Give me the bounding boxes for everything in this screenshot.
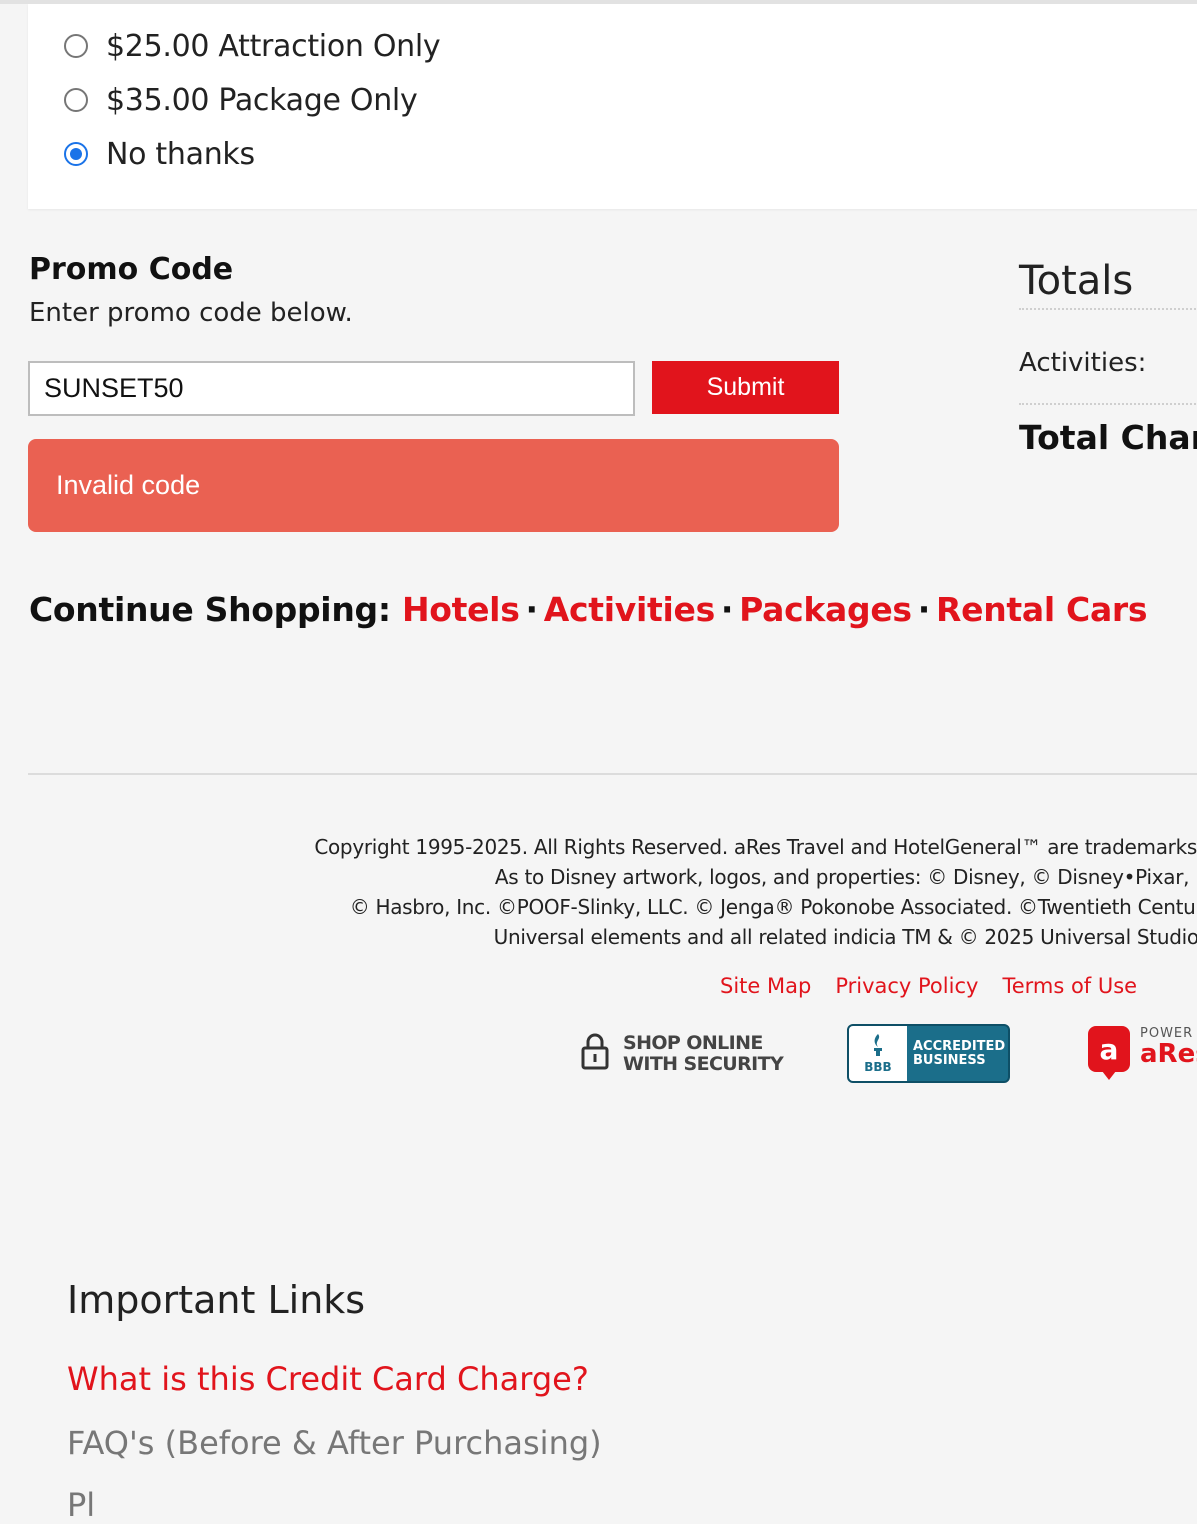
totals-heading: Totals <box>1019 258 1134 304</box>
copyright-line: Copyright 1995-2025. All Rights Reserved… <box>314 835 1197 859</box>
radio-package-only[interactable] <box>64 88 88 112</box>
lock-icon <box>581 1032 609 1075</box>
bbb-line-2: BUSINESS <box>913 1052 986 1068</box>
radio-attraction-only[interactable] <box>64 34 88 58</box>
powered-by-ares-badge[interactable]: a POWER aRes <box>1088 1026 1197 1080</box>
totals-divider-2 <box>1019 403 1197 405</box>
promo-error-message: Invalid code <box>56 470 201 500</box>
faq-link[interactable]: FAQ's (Before & After Purchasing) <box>67 1424 602 1462</box>
copyright-line: © Hasbro, Inc. ©POOF-Slinky, LLC. © Jeng… <box>349 895 1197 919</box>
continue-shopping-label: Continue Shopping: <box>29 590 391 629</box>
radio-option-attraction[interactable]: $25.00 Attraction Only <box>64 26 441 66</box>
site-map-link[interactable]: Site Map <box>720 974 811 998</box>
radio-label-package: $35.00 Package Only <box>106 82 418 118</box>
secure-line-1: SHOP ONLINE <box>623 1031 763 1054</box>
bbb-abbr: BBB <box>864 1060 892 1074</box>
totals-charge-label: Total Charg <box>1019 418 1197 457</box>
totals-activities-label: Activities: <box>1019 348 1147 378</box>
radio-no-thanks[interactable] <box>64 142 88 166</box>
radio-option-no-thanks[interactable]: No thanks <box>64 134 255 174</box>
promo-error-alert: Invalid code <box>28 439 839 532</box>
copyright-line: Universal elements and all related indic… <box>493 925 1197 949</box>
continue-shopping-rental-cars-link[interactable]: Rental Cars <box>936 590 1148 629</box>
ares-logo-icon: a <box>1088 1026 1130 1080</box>
privacy-policy-link[interactable]: Privacy Policy <box>835 974 978 998</box>
separator-dot: · <box>525 590 539 629</box>
footer-links: Site Map Privacy Policy Terms of Use <box>720 974 1161 998</box>
terms-of-use-link[interactable]: Terms of Use <box>1002 974 1137 998</box>
ares-name: aRes <box>1140 1039 1197 1069</box>
continue-shopping-hotels-link[interactable]: Hotels <box>402 590 520 629</box>
radio-label-attraction: $25.00 Attraction Only <box>106 28 441 64</box>
important-links-heading: Important Links <box>67 1278 366 1322</box>
secure-line-2: WITH SECURITY <box>623 1052 784 1075</box>
continue-shopping-packages-link[interactable]: Packages <box>739 590 912 629</box>
bbb-torch-icon <box>868 1033 888 1060</box>
copyright-block: Copyright 1995-2025. All Rights Reserved… <box>314 832 1197 952</box>
promo-code-instructions: Enter promo code below. <box>29 298 353 328</box>
promo-code-heading: Promo Code <box>29 252 234 287</box>
continue-shopping: Continue Shopping: Hotels · Activities · Pac… <box>29 590 1148 629</box>
separator-dot: · <box>720 590 734 629</box>
important-link-3[interactable]: Pl <box>67 1486 95 1524</box>
radio-option-package[interactable]: $35.00 Package Only <box>64 80 418 120</box>
totals-divider-1 <box>1019 308 1197 310</box>
footer-divider <box>28 773 1197 775</box>
continue-shopping-activities-link[interactable]: Activities <box>544 590 715 629</box>
separator-dot: · <box>917 590 931 629</box>
bbb-accredited-badge[interactable]: BBB ACCREDITED BUSINESS <box>847 1024 1010 1083</box>
bbb-line-1: ACCREDITED <box>913 1038 1006 1054</box>
credit-card-charge-link[interactable]: What is this Credit Card Charge? <box>67 1360 589 1398</box>
shop-secure-badge: SHOP ONLINE WITH SECURITY <box>581 1031 784 1075</box>
radio-label-no-thanks: No thanks <box>106 136 255 172</box>
copyright-line: As to Disney artwork, logos, and propert… <box>494 865 1197 889</box>
promo-submit-button[interactable]: Submit <box>652 361 839 414</box>
promo-code-input[interactable] <box>28 361 635 416</box>
